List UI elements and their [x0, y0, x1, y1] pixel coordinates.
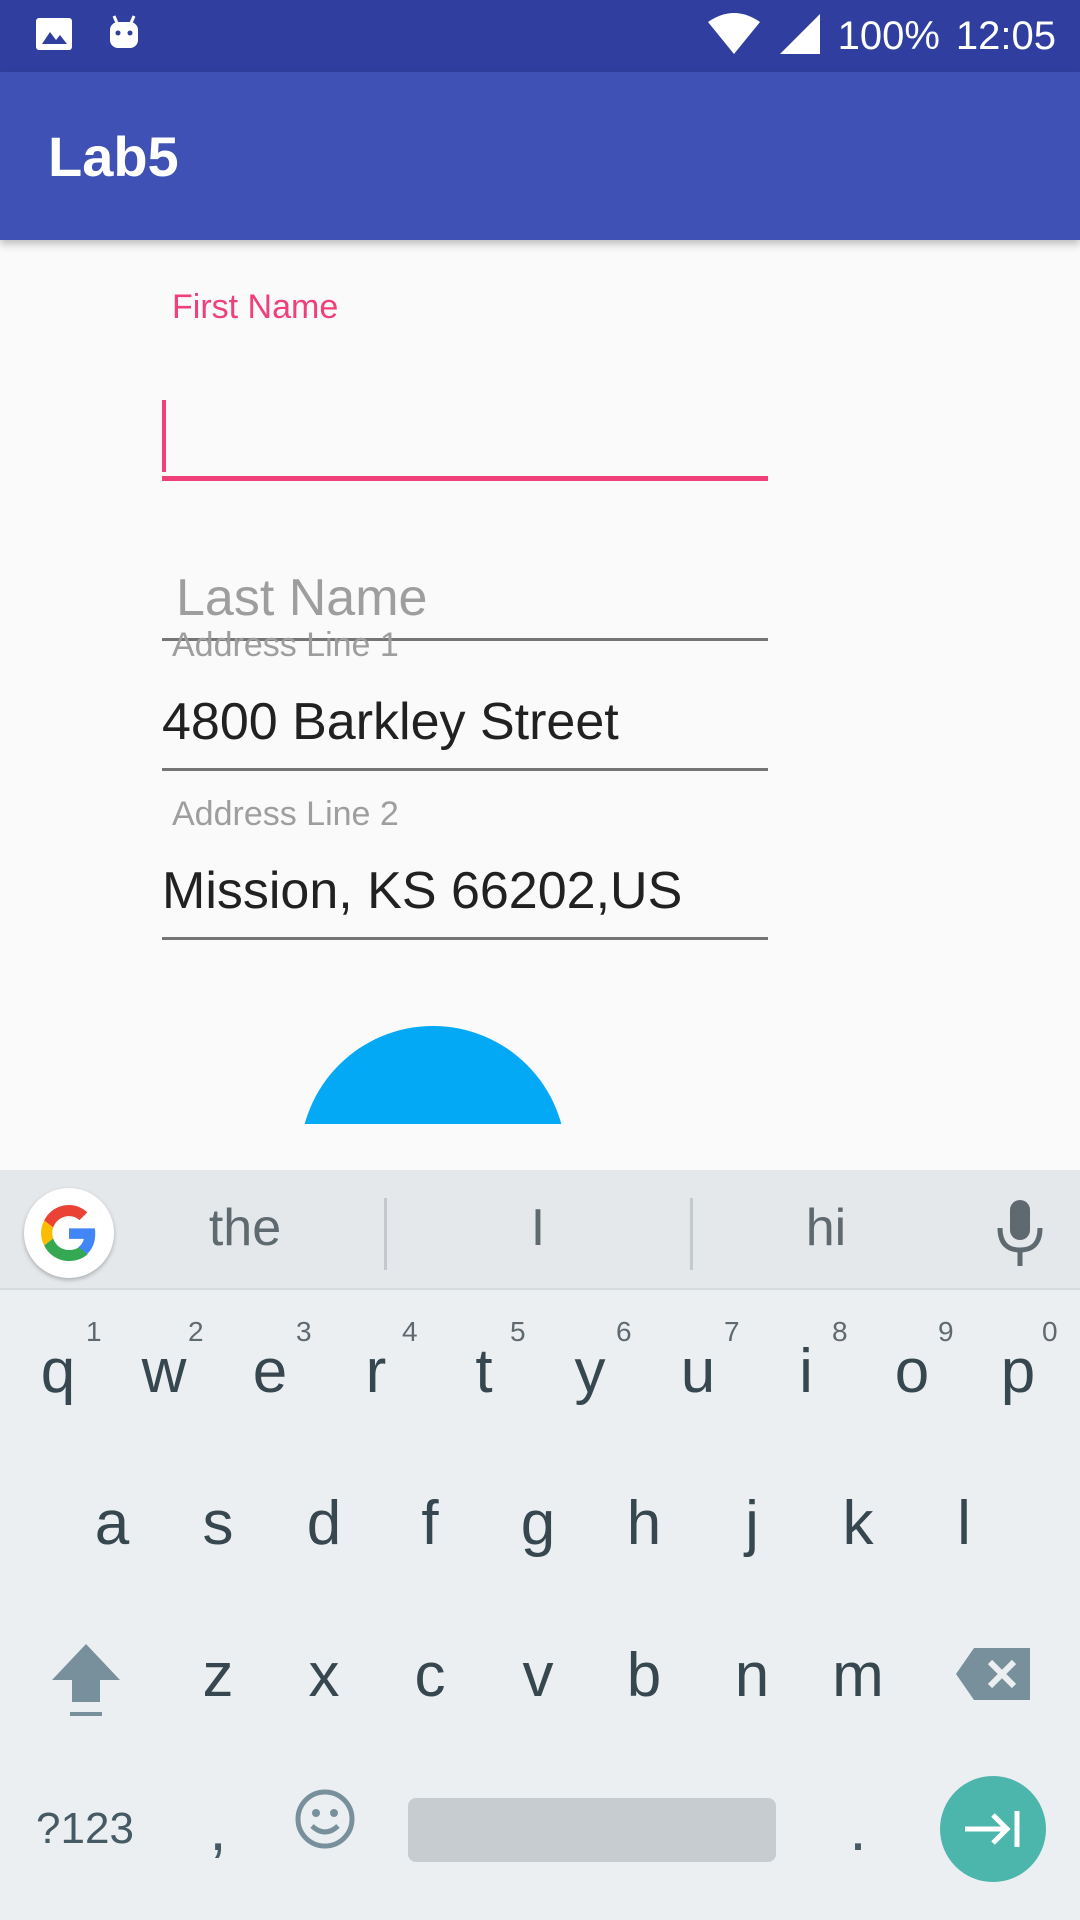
space-bar[interactable] [408, 1798, 776, 1862]
battery-level: 100% [837, 13, 940, 58]
key-j[interactable]: j [702, 1488, 802, 1559]
address-line-1-underline [162, 768, 768, 771]
soft-keyboard: the I hi 1 2 3 4 5 6 7 8 9 0 q w e r t y… [0, 1170, 1080, 1920]
comma-key[interactable]: , [168, 1794, 268, 1865]
key-f[interactable]: f [380, 1488, 480, 1559]
microphone-icon[interactable] [990, 1198, 1050, 1274]
suggestion-divider [384, 1198, 387, 1270]
key-w[interactable]: w [114, 1336, 214, 1407]
key-a[interactable]: a [62, 1488, 162, 1559]
key-t[interactable]: t [434, 1336, 534, 1407]
address-line-2-label: Address Line 2 [172, 795, 399, 833]
shift-icon [52, 1644, 120, 1716]
key-y[interactable]: y [540, 1336, 640, 1407]
symbols-key[interactable]: ?123 [30, 1804, 140, 1854]
tab-arrow-icon [965, 1811, 1020, 1847]
key-p[interactable]: p [968, 1336, 1068, 1407]
next-field-button[interactable] [940, 1776, 1046, 1882]
last-name-input[interactable]: Last Name [176, 568, 782, 628]
suggestion-bar: the I hi [0, 1170, 1080, 1290]
address-line-2-underline [162, 937, 768, 940]
wifi-icon [706, 12, 762, 60]
status-bar: 100% 12:05 [0, 0, 1080, 72]
suggestion-divider [690, 1198, 693, 1270]
key-n[interactable]: n [702, 1640, 802, 1711]
backspace-key[interactable] [944, 1646, 1044, 1717]
key-u[interactable]: u [648, 1336, 748, 1407]
key-o[interactable]: o [862, 1336, 962, 1407]
address-line-1-label: Address Line 1 [172, 626, 399, 664]
text-cursor [162, 400, 166, 472]
address-line-2-input[interactable]: Mission, KS 66202,US [162, 861, 768, 921]
key-r[interactable]: r [326, 1336, 426, 1407]
address-line-1-field[interactable]: Address Line 1 4800 Barkley Street [162, 626, 768, 786]
key-e[interactable]: e [220, 1336, 320, 1407]
period-key[interactable]: . [808, 1794, 908, 1865]
backspace-icon [956, 1648, 1030, 1700]
first-name-underline [162, 476, 768, 481]
emoji-icon [295, 1789, 355, 1849]
key-x[interactable]: x [274, 1640, 374, 1711]
key-z[interactable]: z [168, 1640, 268, 1711]
android-icon [104, 14, 144, 58]
key-h[interactable]: h [594, 1488, 694, 1559]
address-line-2-field[interactable]: Address Line 2 Mission, KS 66202,US [162, 795, 768, 955]
key-g[interactable]: g [488, 1488, 588, 1559]
form-content: First Name Last Name Address Line 1 4800… [0, 240, 1080, 1170]
clock: 12:05 [955, 13, 1056, 58]
key-c[interactable]: c [380, 1640, 480, 1711]
google-icon[interactable] [24, 1188, 114, 1278]
blue-circle-shape [300, 1026, 566, 1124]
key-k[interactable]: k [808, 1488, 908, 1559]
suggestion-1[interactable]: the [180, 1198, 310, 1258]
image-icon [34, 14, 74, 58]
key-d[interactable]: d [274, 1488, 374, 1559]
key-s[interactable]: s [168, 1488, 268, 1559]
suggestion-3[interactable]: hi [776, 1198, 876, 1258]
shift-key[interactable] [36, 1640, 136, 1735]
key-i[interactable]: i [756, 1336, 856, 1407]
address-line-1-input[interactable]: 4800 Barkley Street [162, 692, 768, 752]
first-name-label: First Name [172, 288, 339, 326]
key-m[interactable]: m [808, 1640, 908, 1711]
key-b[interactable]: b [594, 1640, 694, 1711]
app-title: Lab5 [48, 125, 179, 188]
key-v[interactable]: v [488, 1640, 588, 1711]
key-l[interactable]: l [914, 1488, 1014, 1559]
first-name-field[interactable]: First Name [162, 288, 768, 481]
key-q[interactable]: q [8, 1336, 108, 1407]
suggestion-2[interactable]: I [488, 1198, 588, 1258]
signal-icon [778, 12, 822, 60]
app-bar: Lab5 [0, 72, 1080, 240]
emoji-key[interactable] [294, 1788, 356, 1865]
